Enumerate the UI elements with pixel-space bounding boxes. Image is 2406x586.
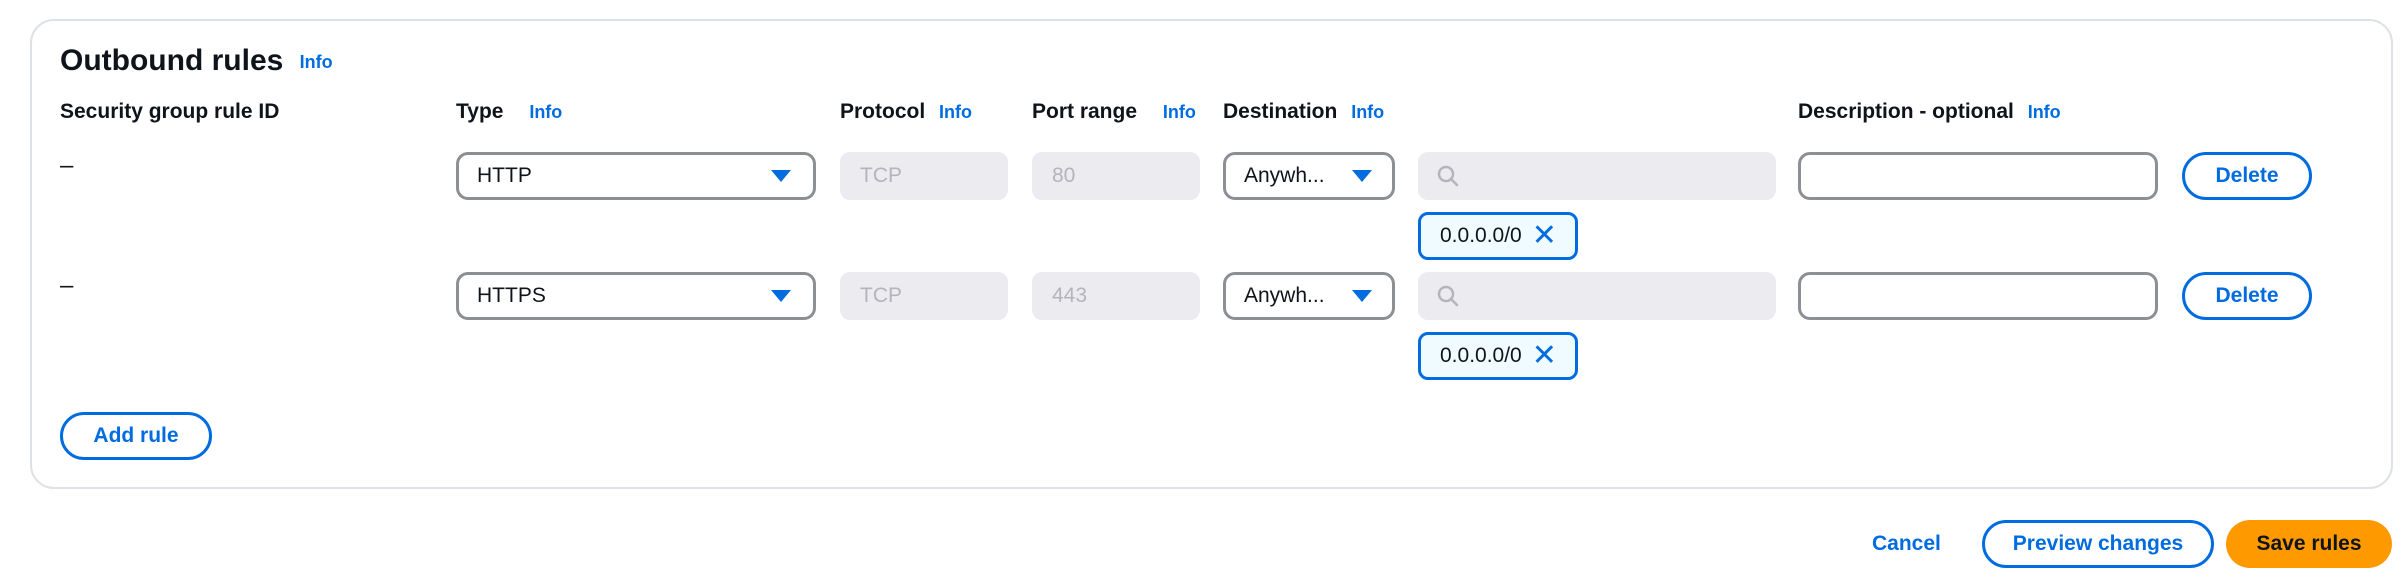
column-header-destination: Destination Info xyxy=(1223,100,1384,124)
destination-select-value: Anywh... xyxy=(1244,284,1325,307)
cancel-button[interactable]: Cancel xyxy=(1872,532,1941,556)
type-info-link[interactable]: Info xyxy=(529,102,562,122)
type-select[interactable]: HTTP xyxy=(456,152,816,200)
caret-down-icon xyxy=(1352,170,1372,182)
type-select-value: HTTPS xyxy=(477,284,546,307)
add-rule-button[interactable]: Add rule xyxy=(60,412,212,460)
cidr-token: 0.0.0.0/0 ✕ xyxy=(1418,212,1578,260)
description-input[interactable] xyxy=(1798,152,2158,200)
search-icon xyxy=(1437,285,1459,307)
column-header-type: Type Info xyxy=(456,100,562,124)
port-range-info-link[interactable]: Info xyxy=(1163,102,1196,122)
close-icon[interactable]: ✕ xyxy=(1532,341,1557,371)
protocol-field: TCP xyxy=(840,152,1008,200)
cidr-token-value: 0.0.0.0/0 xyxy=(1440,224,1522,247)
close-icon[interactable]: ✕ xyxy=(1532,221,1557,251)
column-header-destination-label: Destination xyxy=(1223,100,1338,123)
type-select[interactable]: HTTPS xyxy=(456,272,816,320)
destination-info-link[interactable]: Info xyxy=(1351,102,1384,122)
destination-select[interactable]: Anywh... xyxy=(1223,152,1395,200)
description-info-link[interactable]: Info xyxy=(2028,102,2061,122)
description-input[interactable] xyxy=(1798,272,2158,320)
destination-select[interactable]: Anywh... xyxy=(1223,272,1395,320)
caret-down-icon xyxy=(1352,290,1372,302)
type-select-value: HTTP xyxy=(477,164,532,187)
destination-search-input[interactable] xyxy=(1418,152,1776,200)
column-header-port-range: Port range Info xyxy=(1032,100,1196,124)
protocol-field: TCP xyxy=(840,272,1008,320)
caret-down-icon xyxy=(771,290,791,302)
port-range-field: 443 xyxy=(1032,272,1200,320)
cidr-token-value: 0.0.0.0/0 xyxy=(1440,344,1522,367)
caret-down-icon xyxy=(771,170,791,182)
section-title-text: Outbound rules xyxy=(60,44,284,77)
delete-button[interactable]: Delete xyxy=(2182,152,2312,200)
save-rules-button[interactable]: Save rules xyxy=(2226,520,2392,568)
protocol-info-link[interactable]: Info xyxy=(939,102,972,122)
destination-select-value: Anywh... xyxy=(1244,164,1325,187)
column-header-type-label: Type xyxy=(456,100,504,123)
destination-search-input[interactable] xyxy=(1418,272,1776,320)
column-header-description: Description - optional Info xyxy=(1798,100,2061,124)
column-header-rule-id: Security group rule ID xyxy=(60,100,280,123)
column-header-description-label: Description - optional xyxy=(1798,100,2014,123)
delete-button[interactable]: Delete xyxy=(2182,272,2312,320)
rule-id-value: – xyxy=(60,272,74,299)
preview-changes-button[interactable]: Preview changes xyxy=(1982,520,2214,568)
rule-id-value: – xyxy=(60,152,74,179)
section-info-link[interactable]: Info xyxy=(300,52,333,72)
column-header-protocol-label: Protocol xyxy=(840,100,926,123)
section-title: Outbound rules Info xyxy=(60,44,333,78)
cidr-token: 0.0.0.0/0 ✕ xyxy=(1418,332,1578,380)
outbound-rules-panel xyxy=(30,19,2393,489)
port-range-field: 80 xyxy=(1032,152,1200,200)
column-header-port-range-label: Port range xyxy=(1032,100,1138,123)
column-header-protocol: Protocol Info xyxy=(840,100,972,124)
search-icon xyxy=(1437,165,1459,187)
